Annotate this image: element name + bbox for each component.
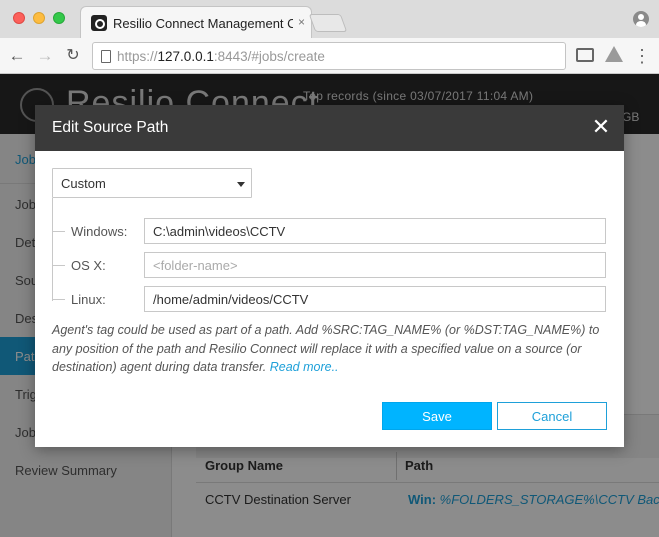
url-host: 127.0.0.1: [157, 49, 214, 64]
drive-extension-icon[interactable]: [605, 46, 623, 62]
url-scheme: https://: [117, 49, 158, 64]
browser-menu-icon[interactable]: ⋮: [632, 46, 652, 66]
browser-toolbar: ← → ↻ https://127.0.0.1:8443/#jobs/creat…: [0, 38, 659, 74]
address-bar[interactable]: https://127.0.0.1:8443/#jobs/create: [92, 42, 566, 70]
browser-tab-active[interactable]: Resilio Connect Management Console ×: [80, 6, 312, 38]
dialog-close-icon[interactable]: ✕: [590, 116, 612, 138]
url-text: https://127.0.0.1:8443/#jobs/create: [117, 49, 325, 64]
user-profile-icon[interactable]: [633, 11, 649, 27]
window-close-button[interactable]: [13, 12, 25, 24]
path-type-select-value: Custom: [61, 176, 106, 191]
cast-icon[interactable]: [576, 48, 594, 62]
path-type-select[interactable]: Custom: [52, 168, 252, 198]
edit-source-path-dialog: Edit Source Path ✕ Custom Windows: OS X:…: [35, 105, 624, 447]
osx-path-label: OS X:: [71, 258, 106, 273]
windows-path-label: Windows:: [71, 224, 128, 239]
reload-icon[interactable]: ↻: [62, 45, 84, 67]
window-zoom-button[interactable]: [53, 12, 65, 24]
tag-help-text: Agent's tag could be used as part of a p…: [52, 321, 608, 377]
tree-connector-tick: [52, 231, 65, 232]
url-path: :8443/#jobs/create: [213, 49, 325, 64]
dialog-header: Edit Source Path ✕: [35, 105, 624, 151]
browser-tab-bar: Resilio Connect Management Console ×: [0, 0, 659, 38]
windows-path-input[interactable]: [144, 218, 606, 244]
save-button[interactable]: Save: [382, 402, 492, 430]
forward-arrow-icon[interactable]: →: [34, 45, 56, 67]
tree-connector-tick: [52, 299, 65, 300]
cancel-button[interactable]: Cancel: [497, 402, 607, 430]
osx-path-input[interactable]: [144, 252, 606, 278]
window-minimize-button[interactable]: [33, 12, 45, 24]
read-more-link[interactable]: Read more..: [270, 360, 339, 374]
linux-path-input[interactable]: [144, 286, 606, 312]
back-arrow-icon[interactable]: ←: [6, 45, 28, 67]
new-tab-button[interactable]: [308, 14, 348, 32]
tree-connector-line: [52, 198, 53, 301]
tree-connector-tick: [52, 265, 65, 266]
resilio-favicon-icon: [91, 15, 107, 31]
dialog-title: Edit Source Path: [52, 119, 169, 136]
tab-close-icon[interactable]: ×: [298, 15, 305, 29]
browser-tab-title: Resilio Connect Management Console: [113, 16, 293, 31]
linux-path-label: Linux:: [71, 292, 106, 307]
chevron-down-icon: [237, 182, 245, 187]
page-info-icon[interactable]: [101, 50, 111, 63]
